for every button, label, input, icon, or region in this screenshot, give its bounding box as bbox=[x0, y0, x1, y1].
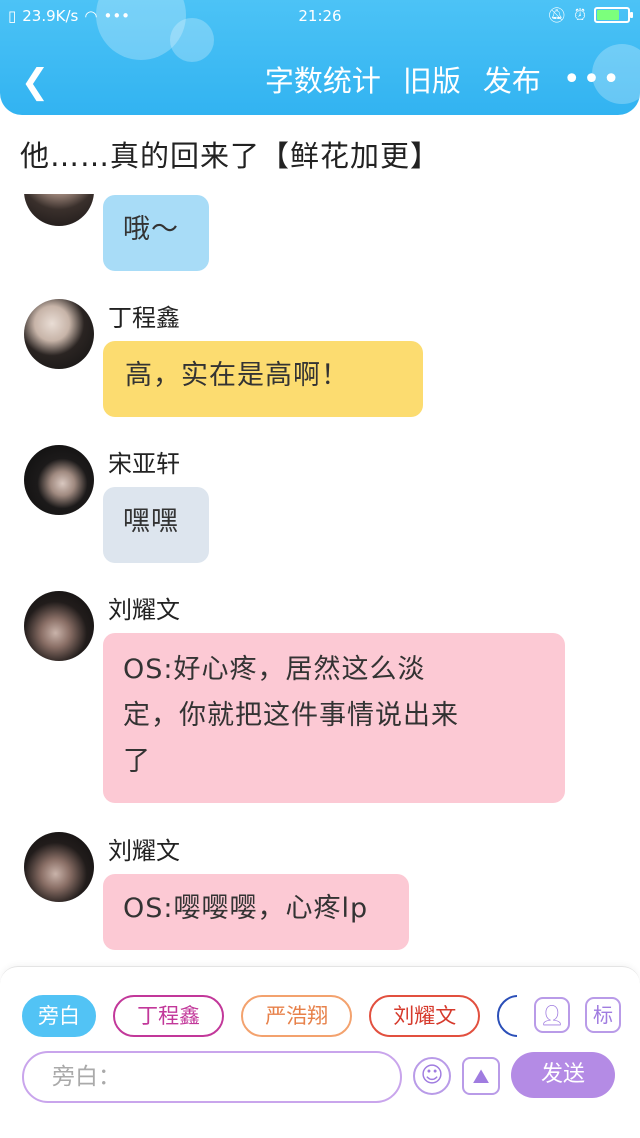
person-icon[interactable]: 👤︎ bbox=[534, 997, 570, 1033]
alarm-icon: ⏰︎ bbox=[574, 6, 586, 24]
image-icon[interactable]: ⛰︎ bbox=[462, 1057, 500, 1095]
old-version-button[interactable]: 旧版 bbox=[403, 58, 461, 100]
role-chip-yan[interactable]: 严浩翔 bbox=[241, 995, 353, 1037]
chapter-title[interactable]: 他……真的回来了【鲜花加更】 bbox=[20, 133, 440, 175]
battery-icon bbox=[594, 7, 633, 23]
message-bubble[interactable]: 高，实在是高啊！ bbox=[103, 341, 423, 417]
avatar[interactable] bbox=[24, 591, 94, 661]
publish-button[interactable]: 发布 bbox=[483, 58, 541, 100]
more-options-button[interactable]: ••• bbox=[563, 62, 622, 97]
tag-button[interactable]: 标 bbox=[585, 997, 621, 1033]
role-chip-narrator[interactable]: 旁白 bbox=[22, 995, 96, 1037]
message-line: 定，你就把这件事情说出来 bbox=[123, 700, 459, 731]
message-input[interactable]: 旁白： bbox=[22, 1051, 402, 1103]
avatar[interactable] bbox=[24, 299, 94, 369]
role-chip-song[interactable]: 宋 bbox=[497, 995, 517, 1037]
composer-panel: 旁白 丁程鑫 严浩翔 刘耀文 宋 👤︎ 标 旁白： ☺ ⛰︎ 发送 bbox=[0, 966, 640, 1138]
top-bar: ▯ 23.9K/s ◠ ••• 21:26 🔕︎ ⏰︎ ❮ 字数统计 旧版 发布… bbox=[0, 0, 640, 115]
message-bubble[interactable]: OS:嘤嘤嘤，心疼lp bbox=[103, 874, 409, 950]
back-button[interactable]: ❮ bbox=[18, 62, 52, 102]
message-bubble[interactable]: 哦～ bbox=[103, 195, 209, 271]
sender-name: 刘耀文 bbox=[108, 596, 180, 624]
sender-name: 刘耀文 bbox=[108, 837, 180, 865]
role-chip-list[interactable]: 旁白 丁程鑫 严浩翔 刘耀文 宋 bbox=[22, 995, 517, 1037]
role-chip-liu[interactable]: 刘耀文 bbox=[369, 995, 481, 1037]
avatar[interactable] bbox=[24, 832, 94, 902]
message-bubble[interactable]: 嘿嘿 bbox=[103, 487, 209, 563]
sender-name: 宋亚轩 bbox=[108, 450, 180, 478]
mute-bell-icon: 🔕︎ bbox=[547, 6, 567, 24]
avatar[interactable] bbox=[24, 445, 94, 515]
emoji-icon[interactable]: ☺ bbox=[413, 1057, 451, 1095]
send-button[interactable]: 发送 bbox=[511, 1052, 615, 1098]
role-chip-ding[interactable]: 丁程鑫 bbox=[113, 995, 225, 1037]
chevron-left-icon: ❮ bbox=[20, 62, 50, 102]
status-bar: ▯ 23.9K/s ◠ ••• 21:26 🔕︎ ⏰︎ bbox=[0, 0, 640, 34]
word-count-button[interactable]: 字数统计 bbox=[265, 58, 381, 100]
message-line: 了 bbox=[123, 746, 151, 777]
message-line: OS:好心疼，居然这么淡 bbox=[123, 654, 426, 685]
clock: 21:26 bbox=[298, 7, 342, 25]
message-bubble[interactable]: OS:好心疼，居然这么淡 定，你就把这件事情说出来 了 bbox=[103, 633, 565, 803]
sender-name: 丁程鑫 bbox=[108, 304, 180, 332]
header-actions: 字数统计 旧版 发布 ••• bbox=[265, 58, 622, 100]
